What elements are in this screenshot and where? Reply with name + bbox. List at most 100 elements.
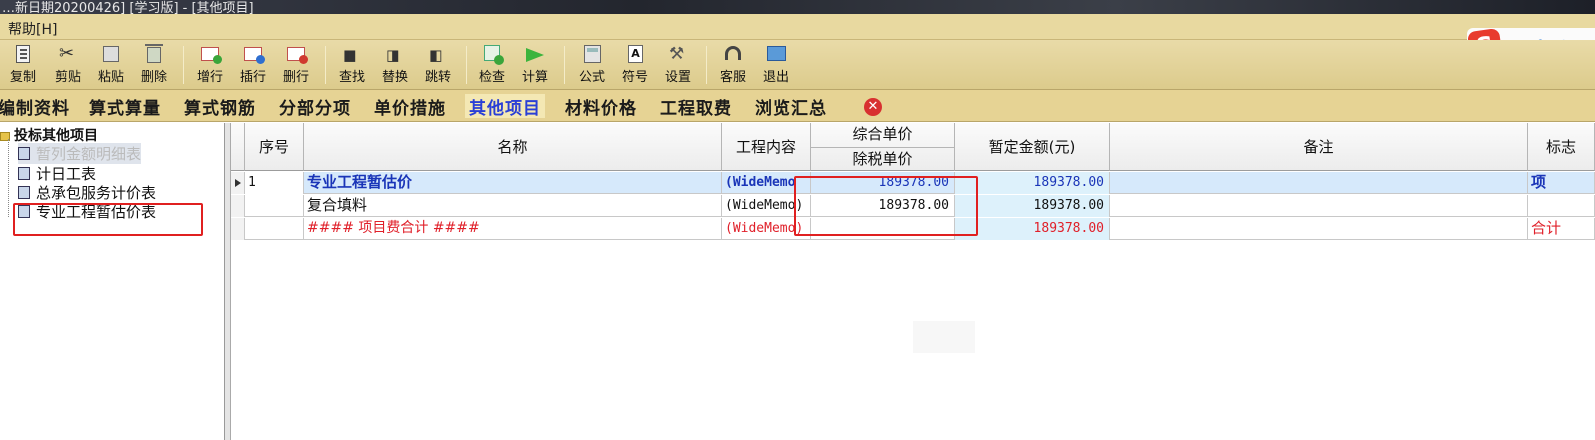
paste-button[interactable]: 粘贴 — [94, 43, 128, 87]
jump-icon: ▮▯ — [429, 46, 442, 64]
settings-icon: ⚒ — [669, 44, 685, 64]
tree-item-general-contract-service[interactable]: 总承包服务计价表 — [18, 182, 156, 203]
copy-icon — [12, 43, 34, 65]
find-button[interactable]: ▮▮ 查找 — [335, 43, 369, 87]
tab-material-prices[interactable]: 材料价格 — [565, 94, 637, 119]
insert-row-label: 插行 — [239, 70, 266, 85]
row-indicator — [231, 195, 245, 217]
annotation-highlight-box — [794, 176, 978, 236]
tree-root[interactable]: 投标其他项目 — [0, 125, 98, 145]
add-row-label: 增行 — [196, 70, 223, 85]
cell-flag[interactable]: 项 — [1528, 172, 1595, 194]
jump-button[interactable]: ▮▯ 跳转 — [421, 43, 455, 87]
tab-compile-info[interactable]: 编制资料 — [0, 94, 70, 119]
add-row-icon — [199, 43, 222, 65]
delete-row-button[interactable]: 删行 — [279, 43, 313, 87]
calculate-button[interactable]: 计算 — [518, 43, 552, 87]
cell-remark[interactable] — [1110, 195, 1528, 217]
calculate-icon — [524, 43, 546, 65]
col-header-flag[interactable]: 标志 — [1528, 123, 1595, 171]
tab-browse-summary[interactable]: 浏览汇总 — [755, 94, 827, 119]
col-header-unit-price[interactable]: 综合单价 除税单价 — [811, 123, 955, 171]
toolbar-separator — [183, 46, 184, 84]
headset-icon — [722, 43, 744, 65]
menu-help[interactable]: 帮助[H] — [8, 19, 57, 39]
current-row-indicator-icon — [231, 172, 245, 194]
tree-item-label: 暂列金额明细表 — [36, 145, 142, 163]
tree-item-daywork[interactable]: 计日工表 — [18, 163, 96, 184]
tree-root-label: 投标其他项目 — [14, 128, 98, 144]
col-header-seq[interactable]: 序号 — [245, 123, 304, 171]
cell-seq[interactable] — [245, 195, 304, 217]
toolbar: 复制 ✂ 剪贴 粘贴 删除 增行 插行 删行 ▮▮ 查找 ▯▮ 替换 ▮▯ 跳转… — [0, 40, 1595, 90]
replace-icon: ▯▮ — [386, 46, 399, 64]
tab-project-fees[interactable]: 工程取费 — [660, 94, 732, 119]
cell-seq[interactable]: 1 — [245, 172, 304, 194]
cell-name[interactable]: #### 项目费合计 #### — [304, 218, 722, 240]
col-header-remark[interactable]: 备注 — [1110, 123, 1528, 171]
exit-button[interactable]: 退出 — [759, 43, 793, 87]
find-label: 查找 — [338, 70, 365, 85]
formula-button[interactable]: 公式 — [575, 43, 609, 87]
cell-flag[interactable] — [1528, 195, 1595, 217]
paste-icon — [100, 43, 122, 65]
col-header-content[interactable]: 工程内容 — [722, 123, 811, 171]
col-header-unit-price-bottom: 除税单价 — [811, 147, 954, 170]
tab-formula-rebar[interactable]: 算式钢筋 — [184, 94, 256, 119]
paste-label: 粘贴 — [97, 70, 124, 85]
cell-remark[interactable] — [1110, 172, 1528, 194]
faint-overlay — [913, 321, 975, 353]
copy-button[interactable]: 复制 — [6, 43, 40, 87]
close-tab-icon[interactable]: ✕ — [864, 98, 882, 116]
toolbar-separator — [325, 46, 326, 84]
exit-icon — [765, 43, 787, 65]
replace-button[interactable]: ▯▮ 替换 — [378, 43, 412, 87]
customer-service-button[interactable]: 客服 — [716, 43, 750, 87]
delete-button[interactable]: 删除 — [137, 43, 171, 87]
delete-row-icon — [285, 43, 308, 65]
cell-amount[interactable]: 189378.00 — [955, 172, 1110, 194]
cell-flag[interactable]: 合计 — [1528, 218, 1595, 240]
tree-item-provisional-sum[interactable]: 暂列金额明细表 — [18, 143, 142, 164]
cell-seq[interactable] — [245, 218, 304, 240]
cell-remark[interactable] — [1110, 218, 1528, 240]
toolbar-separator — [466, 46, 467, 84]
cut-button[interactable]: ✂ 剪贴 — [51, 43, 85, 87]
cell-amount[interactable]: 189378.00 — [955, 218, 1110, 240]
tab-unit-measures[interactable]: 单价措施 — [374, 94, 446, 119]
tree-connector-line — [8, 139, 9, 217]
cell-name[interactable]: 专业工程暂估价 — [304, 172, 722, 194]
row-indicator-header — [231, 123, 245, 171]
tab-other-items[interactable]: 其他项目 — [465, 94, 545, 119]
col-header-unit-price-top: 综合单价 — [852, 125, 913, 143]
replace-label: 替换 — [381, 70, 408, 85]
cut-label: 剪贴 — [54, 70, 81, 85]
symbol-button[interactable]: A 符号 — [618, 43, 652, 87]
check-label: 检查 — [478, 70, 505, 85]
check-button[interactable]: 检查 — [475, 43, 509, 87]
customer-service-label: 客服 — [719, 70, 746, 85]
settings-button[interactable]: ⚒ 设置 — [661, 43, 695, 87]
delete-label: 删除 — [140, 70, 167, 85]
table-icon — [18, 167, 30, 180]
module-tab-bar: 编制资料 算式算量 算式钢筋 分部分项 单价措施 其他项目 材料价格 工程取费 … — [0, 90, 1595, 122]
formula-label: 公式 — [578, 70, 605, 85]
cell-amount[interactable]: 189378.00 — [955, 195, 1110, 217]
find-icon: ▮▮ — [343, 46, 356, 64]
table-icon — [18, 186, 30, 199]
tab-formula-quantity[interactable]: 算式算量 — [89, 94, 161, 119]
symbol-icon: A — [624, 43, 646, 65]
check-icon — [481, 43, 504, 65]
delete-row-label: 删行 — [282, 70, 309, 85]
symbol-label: 符号 — [621, 70, 648, 85]
tab-sub-items[interactable]: 分部分项 — [279, 94, 351, 119]
cell-name[interactable]: 复合填料 — [304, 195, 722, 217]
delete-icon — [143, 43, 165, 65]
insert-row-button[interactable]: 插行 — [236, 43, 270, 87]
col-header-amount[interactable]: 暂定金额(元) — [955, 123, 1110, 171]
exit-label: 退出 — [762, 70, 789, 85]
col-header-name[interactable]: 名称 — [304, 123, 722, 171]
add-row-button[interactable]: 增行 — [193, 43, 227, 87]
insert-row-icon — [242, 43, 265, 65]
annotation-highlight-box — [13, 203, 203, 236]
